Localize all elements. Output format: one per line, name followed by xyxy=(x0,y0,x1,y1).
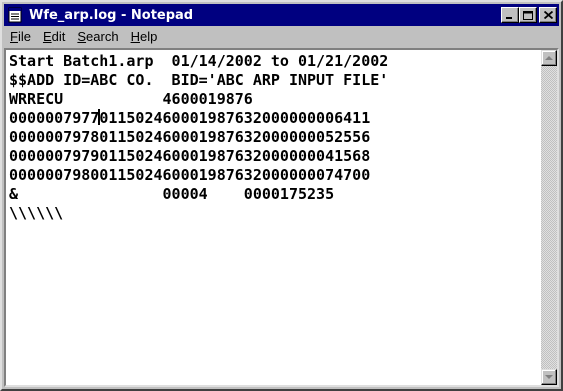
close-icon xyxy=(543,11,553,19)
close-button[interactable] xyxy=(539,7,557,23)
notepad-window: Wfe_arp.log - Notepad File Edit Search H… xyxy=(0,0,563,391)
menu-edit[interactable]: Edit xyxy=(37,29,71,44)
scroll-up-button[interactable] xyxy=(541,50,557,66)
text-line: Start Batch1.arp 01/14/2002 to 01/21/200… xyxy=(9,52,389,70)
menu-file[interactable]: File xyxy=(4,29,37,44)
maximize-button[interactable] xyxy=(519,7,537,23)
text-line: \\\\\\ xyxy=(9,204,64,222)
text-line: 0000007979011502460001987632000000041568 xyxy=(9,147,371,165)
menu-search[interactable]: Search xyxy=(71,29,124,44)
arrow-down-icon xyxy=(545,374,553,379)
menu-bar: File Edit Search Help xyxy=(4,26,559,46)
text-line: 0000007980011502460001987632000000074700 xyxy=(9,166,371,184)
text-editor[interactable]: Start Batch1.arp 01/14/2002 to 01/21/200… xyxy=(6,50,541,385)
document-client: Start Batch1.arp 01/14/2002 to 01/21/200… xyxy=(4,48,559,387)
text-line: & 00004 0000175235 xyxy=(9,185,335,203)
minimize-button[interactable] xyxy=(501,7,519,23)
menu-help[interactable]: Help xyxy=(125,29,164,44)
title-buttons xyxy=(501,7,557,23)
arrow-up-icon xyxy=(545,55,553,60)
scroll-down-button[interactable] xyxy=(541,369,557,385)
notepad-icon[interactable] xyxy=(7,7,23,23)
text-before-caret: 0000007977 xyxy=(9,109,100,127)
text-line: WRRECU 4600019876 xyxy=(9,90,253,108)
minimize-icon xyxy=(506,17,512,19)
text-after-caret: 011502460001987632000000006411 xyxy=(99,109,371,127)
text-line-with-caret: 0000007977011502460001987632000000006411 xyxy=(9,109,538,128)
window-title: Wfe_arp.log - Notepad xyxy=(29,7,194,23)
text-line: $$ADD ID=ABC CO. BID='ABC ARP INPUT FILE… xyxy=(9,71,389,89)
maximize-icon xyxy=(523,10,533,20)
text-line: 0000007978011502460001987632000000052556 xyxy=(9,128,371,146)
vertical-scrollbar[interactable] xyxy=(541,50,557,385)
title-bar[interactable]: Wfe_arp.log - Notepad xyxy=(4,4,559,26)
